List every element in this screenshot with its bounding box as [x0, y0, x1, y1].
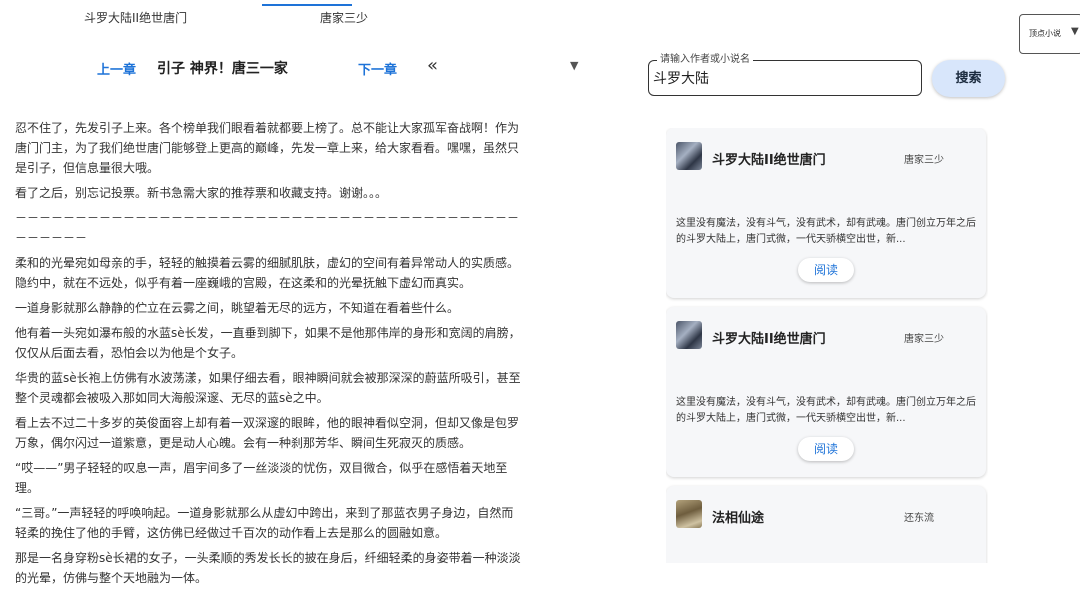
- content-paragraph: 他有着一头宛如瀑布般的水蓝sè长发，一直垂到脚下，如果不是他那伟岸的身形和宽阔的…: [15, 326, 521, 360]
- result-description: 这里没有魔法，没有斗气，没有武术，却有武魂。唐门创立万年之后的斗罗大陆上，唐门式…: [676, 218, 976, 245]
- book-cover-icon: [676, 500, 702, 528]
- chapter-content: 忍不住了，先发引子上来。各个榜单我们眼看着就都要上榜了。总不能让大家孤军奋战啊！…: [15, 118, 525, 607]
- content-paragraph: 看上去不过二十多岁的英俊面容上却有着一双深邃的眼眸，他的眼神看似空洞，但却又像是…: [15, 416, 520, 450]
- result-author: 唐家三少: [904, 334, 944, 345]
- content-paragraph: “三哥。”一声轻轻的呼唤响起。一道身影就那么从虚幻中跨出，来到了那蓝衣男子身边，…: [15, 506, 514, 540]
- result-card[interactable]: 斗罗大陆II绝世唐门 唐家三少 这里没有魔法，没有斗气，没有武术，却有武魂。唐门…: [666, 128, 986, 298]
- content-paragraph: 忍不住了，先发引子上来。各个榜单我们眼看着就都要上榜了。总不能让大家孤军奋战啊！…: [15, 121, 520, 175]
- prev-chapter-button[interactable]: 上一章: [97, 59, 136, 78]
- source-select-value: 顶点小说: [1029, 29, 1061, 38]
- result-title: 斗罗大陆II绝世唐门: [712, 153, 826, 168]
- chevron-down-icon[interactable]: ▼: [570, 59, 578, 72]
- chapter-title: 引子 神界！唐三一家: [157, 61, 288, 77]
- result-description: 这里没有魔法，没有斗气，没有武术，却有武魂。唐门创立万年之后的斗罗大陆上，唐门式…: [676, 397, 976, 424]
- read-button[interactable]: 阅读: [798, 437, 854, 461]
- tab-bar: 斗罗大陆II绝世唐门 唐家三少: [0, 0, 600, 36]
- collapse-icon[interactable]: «: [427, 55, 438, 76]
- result-title: 斗罗大陆II绝世唐门: [712, 332, 826, 347]
- book-cover-icon: [676, 321, 702, 349]
- result-author: 还东流: [904, 513, 934, 524]
- tab-indicator: [262, 4, 352, 6]
- tab-author[interactable]: 唐家三少: [320, 9, 368, 26]
- source-select[interactable]: 顶点小说 ▼: [1019, 14, 1080, 54]
- result-title: 法相仙途: [712, 511, 765, 526]
- search-button[interactable]: 搜索: [932, 60, 1005, 97]
- content-paragraph: 看了之后，别忘记投票。新书急需大家的推荐票和收藏支持。谢谢。。。: [15, 186, 388, 200]
- search-field-label: 请输入作者或小说名: [657, 54, 753, 66]
- search-input[interactable]: [651, 69, 917, 87]
- content-paragraph: 柔和的光晕宛如母亲的手，轻轻的触摸着云雾的细腻肌肤，虚幻的空间有着异常动人的实质…: [15, 256, 520, 290]
- read-button[interactable]: 阅读: [798, 258, 854, 282]
- chapter-nav: 上一章 引子 神界！唐三一家 下一章 « ▼: [0, 55, 600, 79]
- search-field[interactable]: 请输入作者或小说名: [648, 54, 922, 96]
- content-paragraph: 华贵的蓝sè长袍上仿佛有水波荡漾，如果仔细去看，眼神瞬间就会被那深深的蔚蓝所吸引…: [15, 371, 521, 405]
- content-paragraph: “哎——”男子轻轻的叹息一声，眉宇间多了一丝淡淡的忧伤，双目微合，似乎在感悟着天…: [15, 461, 508, 495]
- content-paragraph: 那是一名身穿粉sè长裙的女子，一头柔顺的秀发长长的披在身后，纤细轻柔的身姿带着一…: [15, 551, 521, 585]
- result-card[interactable]: 斗罗大陆II绝世唐门 唐家三少 这里没有魔法，没有斗气，没有武术，却有武魂。唐门…: [666, 307, 986, 477]
- content-divider: －－－－－－－－－－－－－－－－－－－－－－－－－－－－－－－－－－－－－－－－…: [15, 211, 520, 245]
- result-card[interactable]: 法相仙途 还东流: [666, 486, 986, 563]
- chevron-down-icon: ▼: [1071, 26, 1079, 37]
- tab-book-title[interactable]: 斗罗大陆II绝世唐门: [84, 9, 187, 26]
- search-results: 斗罗大陆II绝世唐门 唐家三少 这里没有魔法，没有斗气，没有武术，却有武魂。唐门…: [666, 128, 988, 563]
- result-author: 唐家三少: [904, 155, 944, 166]
- next-chapter-button[interactable]: 下一章: [358, 59, 397, 78]
- book-cover-icon: [676, 142, 702, 170]
- content-paragraph: 一道身影就那么静静的伫立在云雾之间，眺望着无尽的远方，不知道在看着些什么。: [15, 301, 460, 315]
